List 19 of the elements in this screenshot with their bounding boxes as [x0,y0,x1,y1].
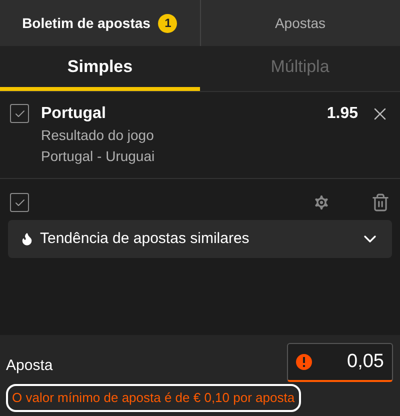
error-icon [296,354,312,370]
error-message: O valor mínimo de aposta é de € 0,10 por aposta [6,384,301,412]
checkbox[interactable] [10,104,29,123]
market-name: Resultado do jogo [41,126,155,145]
check-icon [14,108,26,120]
event-name: Portugal - Uruguai [41,147,156,166]
selection-name: Portugal [41,104,107,124]
check-icon [14,196,26,208]
trash-icon[interactable] [371,193,390,212]
tab[interactable]: Boletim de apostas 1 [0,0,200,46]
settings-icon[interactable] [312,193,331,212]
stake-label: Aposta [6,356,53,376]
checkbox[interactable] [10,193,29,212]
trend-dropdown[interactable]: Tendência de apostas similares [8,220,392,258]
odds: 1.95 [326,104,358,124]
flame-icon [20,232,34,246]
count-badge: 1 [158,14,178,32]
stake-field[interactable]: 0,05 [287,343,393,382]
stake-input[interactable]: 0,05 [312,348,384,376]
